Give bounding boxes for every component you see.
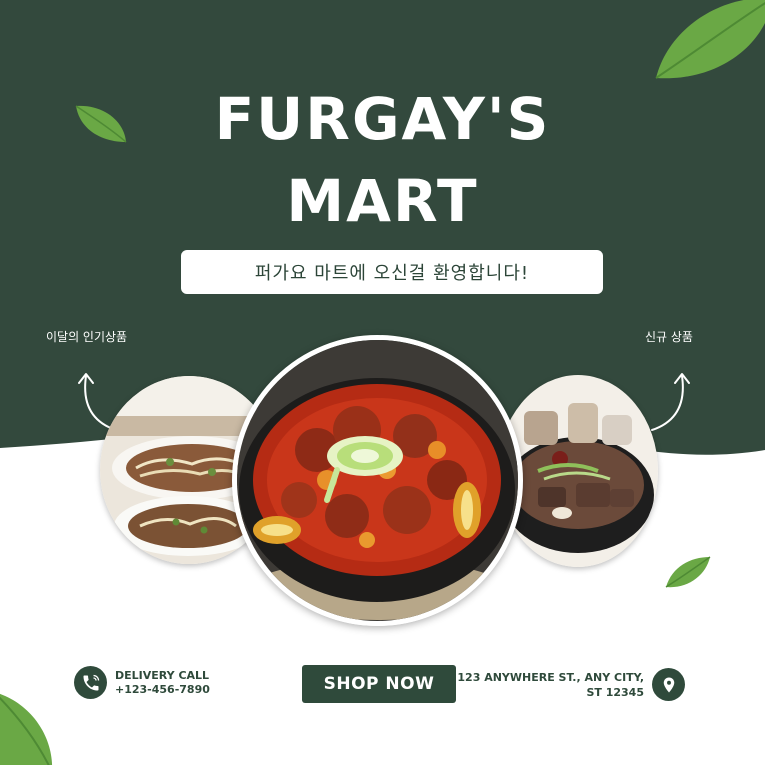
new-products-label: 신규 상품 (645, 330, 693, 344)
welcome-banner: 퍼가요 마트에 오신걸 환영합니다! (181, 250, 603, 294)
shop-now-label: SHOP NOW (323, 674, 435, 694)
leaf-icon (655, 0, 765, 79)
leaf-icon (665, 556, 711, 588)
address-line2: ST 12345 (586, 685, 644, 699)
popular-products-label: 이달의 인기상품 (46, 330, 128, 344)
shop-now-button[interactable]: SHOP NOW (302, 665, 456, 703)
leaf-icon (0, 694, 52, 765)
poster: FURGAY'S MART 퍼가요 마트에 오신걸 환영합니다! 이달의 인기상… (0, 0, 765, 765)
curved-arrow-icon (651, 373, 690, 431)
welcome-text: 퍼가요 마트에 오신걸 환영합니다! (254, 263, 530, 284)
phone-number[interactable]: +123-456-7890 (115, 683, 210, 697)
address-line1: 123 ANYWHERE ST., ANY CITY, (457, 670, 644, 684)
store-address[interactable]: 123 ANYWHERE ST., ANY CITY, ST 12345 (457, 668, 685, 701)
brand-title-line1: FURGAY'S (214, 85, 551, 153)
address-text: 123 ANYWHERE ST., ANY CITY, ST 12345 (457, 670, 644, 700)
delivery-contact[interactable]: DELIVERY CALL +123-456-7890 (74, 666, 210, 699)
featured-product-photo[interactable] (232, 335, 523, 626)
delivery-call-label: DELIVERY CALL (115, 668, 210, 682)
contact-text: DELIVERY CALL +123-456-7890 (115, 669, 210, 697)
brand-title-line2: MART (286, 167, 479, 235)
location-pin-icon (652, 668, 685, 701)
phone-icon (74, 666, 107, 699)
